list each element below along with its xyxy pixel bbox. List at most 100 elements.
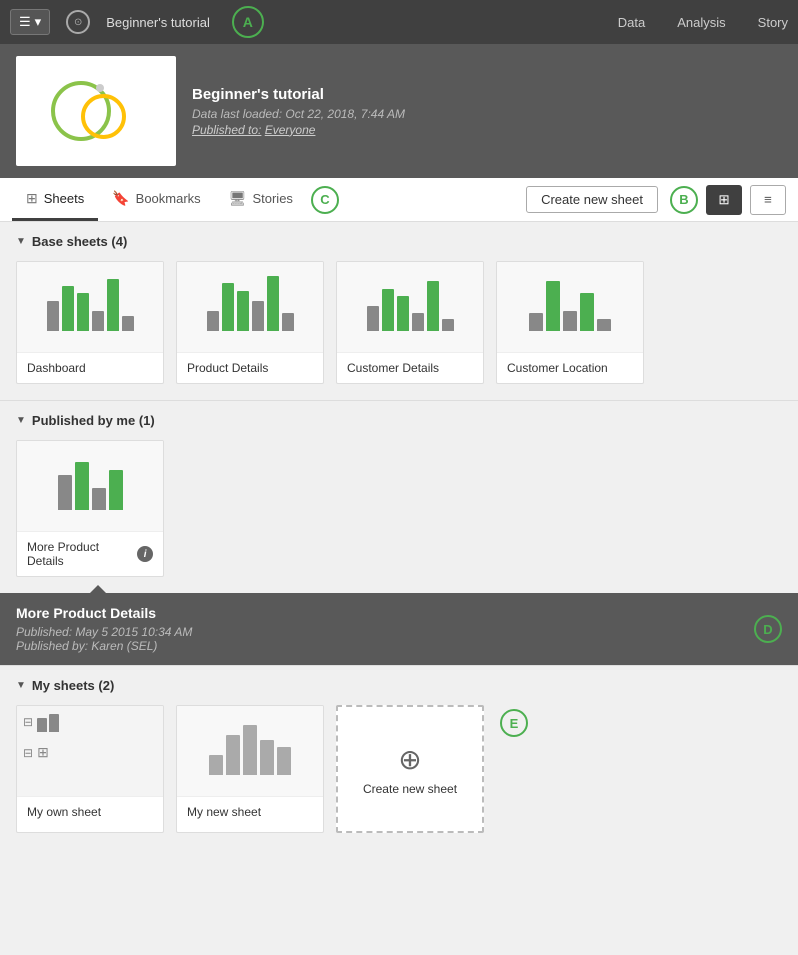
bar — [77, 293, 89, 331]
card-my-new-sheet-label: My new sheet — [177, 796, 323, 827]
app-icon: ⊙ — [66, 10, 90, 34]
collapse-arrow-icon: ▼ — [16, 236, 26, 247]
bar — [267, 276, 279, 331]
card-dashboard-thumb — [17, 262, 163, 352]
bar — [92, 311, 104, 331]
base-sheets-section: ▼ Base sheets (4) Dashboard — [0, 222, 798, 384]
tab-sheets[interactable]: ⊞ Sheets — [12, 178, 98, 221]
grid-icon: ⊞ — [37, 744, 49, 761]
bar — [529, 313, 543, 331]
bar — [49, 714, 59, 732]
card-my-new-sheet[interactable]: My new sheet — [176, 705, 324, 833]
bar — [109, 470, 123, 510]
app-title: Beginner's tutorial — [192, 86, 405, 103]
annotation-b: B — [670, 186, 698, 214]
tab-stories-label: Stories — [252, 191, 292, 206]
bar — [75, 462, 89, 510]
bar — [37, 718, 47, 732]
stories-icon: 🖥 — [229, 190, 247, 207]
hamburger-icon: ☰ — [19, 14, 31, 30]
bar — [397, 296, 409, 331]
bar — [597, 319, 611, 331]
base-sheets-header[interactable]: ▼ Base sheets (4) — [16, 234, 782, 249]
tab-sheets-label: Sheets — [44, 191, 84, 206]
published-by-me-header[interactable]: ▼ Published by me (1) — [16, 413, 782, 428]
card-dashboard[interactable]: Dashboard — [16, 261, 164, 384]
tooltip-panel: More Product Details Published: May 5 20… — [0, 593, 798, 665]
card-customer-details[interactable]: Customer Details — [336, 261, 484, 384]
nav-links: Data Analysis Story — [618, 15, 788, 30]
bar — [382, 289, 394, 331]
nav-story[interactable]: Story — [758, 15, 788, 30]
card-my-own-sheet-label: My own sheet — [17, 796, 163, 827]
more-product-details-chart — [54, 458, 127, 514]
bar — [47, 301, 59, 331]
plus-icon: ⊕ — [398, 743, 421, 776]
tooltip-arrow — [90, 585, 106, 593]
create-sheet-button[interactable]: Create new sheet — [526, 186, 658, 213]
bar — [62, 286, 74, 331]
sheets-icon: ⊞ — [26, 190, 38, 207]
card-customer-location-thumb — [497, 262, 643, 352]
dashboard-chart — [43, 279, 138, 335]
base-sheets-title: Base sheets (4) — [32, 234, 127, 249]
card-more-product-details-thumb — [17, 441, 163, 531]
inner-circle — [81, 94, 126, 139]
card-more-product-details-label: More Product Details i — [17, 531, 163, 576]
nav-analysis[interactable]: Analysis — [677, 15, 725, 30]
app-icon-symbol: ⊙ — [74, 17, 82, 28]
stacked-bars-1 — [37, 712, 59, 732]
my-sheets-header[interactable]: ▼ My sheets (2) — [16, 678, 782, 693]
card-product-details-thumb — [177, 262, 323, 352]
info-icon[interactable]: i — [137, 546, 153, 562]
card-product-details[interactable]: Product Details — [176, 261, 324, 384]
bar — [563, 311, 577, 331]
my-sheets-grid: ⊟ ⊟ ⊞ My own sheet — [16, 705, 782, 833]
bar — [277, 747, 291, 775]
bar — [427, 281, 439, 331]
view-list-button[interactable]: ≡ — [750, 185, 786, 215]
tab-stories[interactable]: 🖥 Stories — [215, 178, 307, 221]
my-sheets-section: ▼ My sheets (2) ⊟ ⊟ ⊞ — [0, 666, 798, 869]
card-product-details-label: Product Details — [177, 352, 323, 383]
nav-data[interactable]: Data — [618, 15, 645, 30]
bar — [226, 735, 240, 775]
menu-button[interactable]: ☰ ▾ — [10, 9, 50, 35]
bar — [222, 283, 234, 331]
card-customer-location-label: Customer Location — [497, 352, 643, 383]
my-sheets-title: My sheets (2) — [32, 678, 114, 693]
annotation-c: C — [311, 186, 339, 214]
card-my-new-sheet-thumb — [177, 706, 323, 796]
card-my-own-sheet[interactable]: ⊟ ⊟ ⊞ My own sheet — [16, 705, 164, 833]
view-grid-button[interactable]: ⊞ — [706, 185, 742, 215]
card-customer-location[interactable]: Customer Location — [496, 261, 644, 384]
sheet-nav: ⊞ Sheets 🔖 Bookmarks 🖥 Stories C Create … — [0, 178, 798, 222]
circles-logo — [46, 76, 146, 146]
annotation-a: A — [232, 6, 264, 38]
bar — [412, 313, 424, 331]
nav-actions: Create new sheet B ⊞ ≡ — [526, 185, 786, 215]
tab-bookmarks[interactable]: 🔖 Bookmarks — [98, 178, 214, 221]
list-icon: ⊟ — [23, 715, 33, 729]
card-more-product-details[interactable]: More Product Details i — [16, 440, 164, 577]
card-dashboard-label: Dashboard — [17, 352, 163, 383]
published-to: Published to: Everyone — [192, 123, 405, 137]
bar — [580, 293, 594, 331]
collapse-arrow-icon: ▼ — [16, 680, 26, 691]
bar — [209, 755, 223, 775]
bar — [252, 301, 264, 331]
bar — [207, 311, 219, 331]
dropdown-arrow-icon: ▾ — [35, 14, 42, 30]
tooltip-published-date: Published: May 5 2015 10:34 AM — [16, 625, 782, 639]
create-new-sheet-card[interactable]: ⊕ Create new sheet — [336, 705, 484, 833]
bar — [122, 316, 134, 331]
bar — [58, 475, 72, 510]
bookmarks-icon: 🔖 — [112, 190, 129, 207]
published-by-me-section: ▼ Published by me (1) More Product Detai… — [0, 401, 798, 577]
customer-location-chart — [525, 279, 615, 335]
bar — [367, 306, 379, 331]
annotation-e: E — [500, 709, 528, 737]
tooltip-published-by: Published by: Karen (SEL) — [16, 639, 782, 653]
collapse-arrow-icon: ▼ — [16, 415, 26, 426]
published-by-me-title: Published by me (1) — [32, 413, 155, 428]
